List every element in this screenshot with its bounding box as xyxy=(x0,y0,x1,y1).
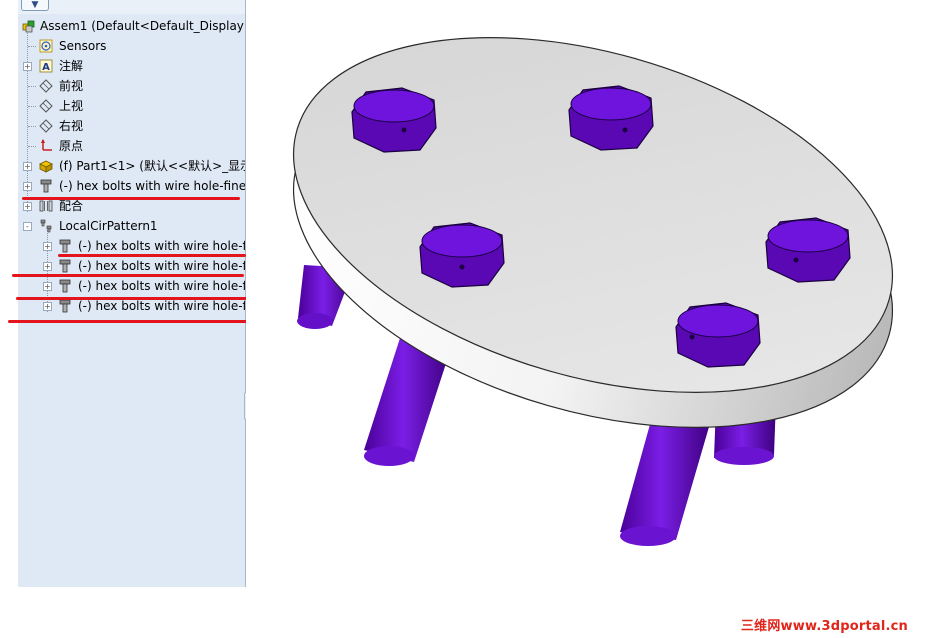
tree-item-label: (f) Part1<1> (默认<<默认>_显示 xyxy=(59,159,246,173)
hex-bolt-head xyxy=(351,87,437,153)
red-underline-annotation xyxy=(12,274,244,277)
tree-item-hex-bolt[interactable]: + (-) hex bolts with wire hole-fine xyxy=(18,176,245,196)
tree-item-label: (-) hex bolts with wire hole-f xyxy=(78,279,246,293)
tree-item-label: LocalCirPattern1 xyxy=(59,219,158,233)
plane-icon xyxy=(39,99,53,113)
assembly-icon xyxy=(22,20,35,33)
bolt-icon xyxy=(59,259,71,273)
bolt-shaft-end xyxy=(297,313,333,329)
tree-item-top-plane[interactable]: 上视 xyxy=(18,96,245,116)
tree-item-annotations[interactable]: + A 注解 xyxy=(18,56,245,76)
tree-item-label: (-) hex bolts with wire hole-f xyxy=(78,259,246,273)
tree-item-local-cir-pattern[interactable]: - LocalCirPattern1 xyxy=(18,216,245,236)
hex-bolt-head xyxy=(765,217,851,283)
tree-item-label: 前视 xyxy=(59,79,84,93)
tree-connector-line xyxy=(28,46,36,47)
bolt-shaft-end xyxy=(364,446,414,466)
bolt-shaft-end xyxy=(620,526,676,546)
pattern-icon xyxy=(40,219,52,233)
filter-icon[interactable]: ▼ xyxy=(21,0,49,11)
sensors-icon xyxy=(39,39,53,53)
tree-connector-line xyxy=(28,146,36,147)
expand-toggle[interactable]: - xyxy=(23,222,32,231)
bolt-icon xyxy=(40,179,52,193)
tree-item-label: 上视 xyxy=(59,99,84,113)
tree-item-label: Sensors xyxy=(59,39,107,53)
tree-item-label: (-) hex bolts with wire hole-f xyxy=(78,239,246,253)
tree-item-front-plane[interactable]: 前视 xyxy=(18,76,245,96)
bolt-icon xyxy=(59,239,71,253)
tree-item-assem1[interactable]: Assem1 (Default<Default_Display S xyxy=(18,16,245,36)
expand-toggle[interactable]: + xyxy=(23,202,32,211)
expand-toggle[interactable]: + xyxy=(43,262,52,271)
tree-item-label: Assem1 (Default<Default_Display S xyxy=(40,19,246,33)
plane-icon xyxy=(39,119,53,133)
bolt-shaft xyxy=(620,410,711,540)
tree-connector-line xyxy=(28,86,36,87)
tree-item-label: 注解 xyxy=(59,59,84,73)
annotations-icon: A xyxy=(39,59,53,73)
tree-item-label: 右视 xyxy=(59,119,84,133)
graphics-viewport[interactable] xyxy=(246,0,926,587)
tree-item-sensors[interactable]: Sensors xyxy=(18,36,245,56)
hex-bolt-head xyxy=(419,222,505,288)
tree-item-label: (-) hex bolts with wire hole-fine xyxy=(59,179,246,193)
expand-toggle[interactable]: + xyxy=(23,182,32,191)
red-underline-annotation xyxy=(16,297,248,300)
bolt-icon xyxy=(59,299,71,313)
watermark-text: 三维网www.3dportal.cn xyxy=(740,619,908,634)
feature-manager-tree-panel: ▼ Assem1 (Default<Default_Display S Sens… xyxy=(18,0,246,587)
bolt-icon xyxy=(59,279,71,293)
red-underline-annotation xyxy=(8,320,248,323)
mates-icon xyxy=(39,200,53,212)
tree-toolbar: ▼ xyxy=(18,0,245,14)
expand-toggle[interactable]: + xyxy=(43,302,52,311)
hex-bolt-head xyxy=(568,85,654,151)
expand-toggle[interactable]: + xyxy=(43,282,52,291)
expand-toggle[interactable]: + xyxy=(43,242,52,251)
tree-item-origin[interactable]: 原点 xyxy=(18,136,245,156)
hex-bolt-head xyxy=(675,302,761,368)
tree-connector-line xyxy=(28,126,36,127)
tree-item-label: 原点 xyxy=(59,139,84,153)
tree-item-part1[interactable]: + (f) Part1<1> (默认<<默认>_显示 xyxy=(18,156,245,176)
red-underline-annotation xyxy=(22,197,240,200)
plane-icon xyxy=(39,79,53,93)
expand-toggle[interactable]: + xyxy=(23,162,32,171)
bolt-shaft-end xyxy=(714,447,774,465)
tree-item-hex-bolt-instance[interactable]: + (-) hex bolts with wire hole-f xyxy=(18,256,245,276)
red-underline-annotation xyxy=(58,254,246,257)
origin-icon xyxy=(41,139,52,151)
expand-toggle[interactable]: + xyxy=(23,62,32,71)
svg-text:A: A xyxy=(42,62,50,73)
tree-connector-line xyxy=(28,106,36,107)
tree-item-right-plane[interactable]: 右视 xyxy=(18,116,245,136)
tree-item-hex-bolt-instance[interactable]: + (-) hex bolts with wire hole-f xyxy=(18,276,245,296)
tree-item-hex-bolt-instance[interactable]: + (-) hex bolts with wire hole-f xyxy=(18,236,245,256)
part-icon xyxy=(39,160,53,173)
assembly-model[interactable] xyxy=(246,0,926,587)
